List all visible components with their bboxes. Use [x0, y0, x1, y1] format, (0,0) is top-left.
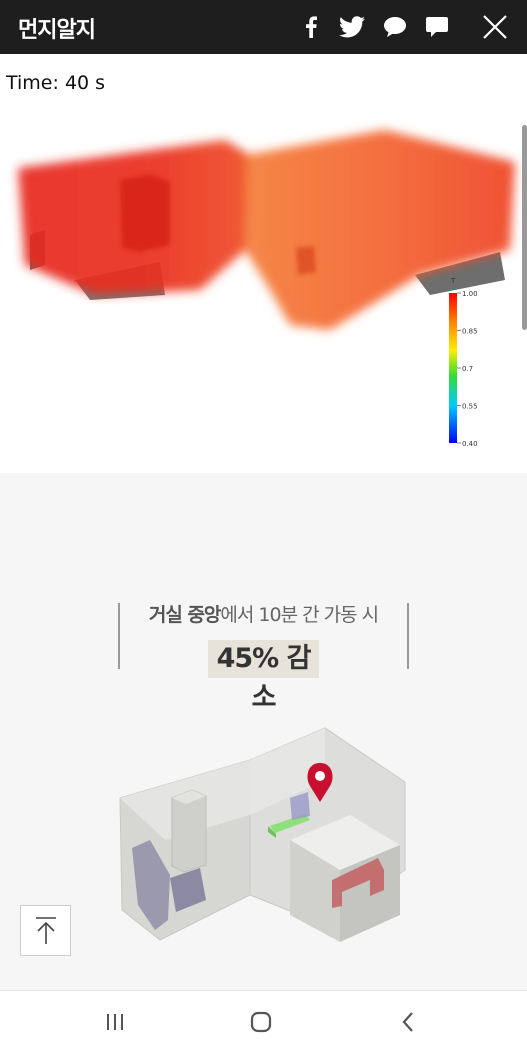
colorbar-title: T [450, 277, 456, 285]
scrollbar[interactable] [522, 125, 527, 330]
site-logo[interactable]: 먼지알지 [18, 12, 96, 44]
colorbar-tick-label: 1.00 [462, 290, 478, 298]
system-nav-bar [0, 990, 527, 1052]
kakaotalk-icon[interactable] [382, 14, 408, 40]
twitter-icon[interactable] [338, 14, 366, 40]
colorbar-gradient [449, 293, 457, 443]
caption-highlight: 거실 중앙 [148, 604, 222, 626]
caption-rest: 에서 10분 간 가동 시 [220, 604, 379, 626]
reduction-headline: 45% 감소 [216, 643, 312, 713]
top-bar: 먼지알지 [0, 0, 527, 54]
close-icon[interactable] [482, 14, 508, 40]
colorbar-tick-label: 0.40 [462, 440, 478, 448]
colorbar-tick-label: 0.7 [462, 365, 473, 373]
caption-line1: 거실 중앙에서 10분 간 가동 시 [120, 600, 407, 627]
recent-apps-icon[interactable] [100, 1009, 130, 1035]
house-diagram [119, 727, 406, 942]
back-icon[interactable] [393, 1009, 423, 1035]
facebook-icon[interactable] [298, 14, 324, 40]
colorbar-legend: T 1.00 0.85 0.7 0.55 0.40 [449, 277, 478, 448]
scroll-to-top-button[interactable] [20, 905, 71, 956]
caption-divider-right [407, 603, 409, 669]
home-icon[interactable] [246, 1009, 276, 1035]
arrow-up-icon [35, 916, 56, 944]
simulation-time: Time: 40 s [6, 72, 106, 94]
chat-icon[interactable] [424, 14, 450, 40]
colorbar-tick-label: 0.85 [462, 328, 478, 336]
heat-simulation-render: T 1.00 0.85 0.7 0.55 0.40 [18, 130, 515, 448]
colorbar-tick-label: 0.55 [462, 403, 478, 411]
